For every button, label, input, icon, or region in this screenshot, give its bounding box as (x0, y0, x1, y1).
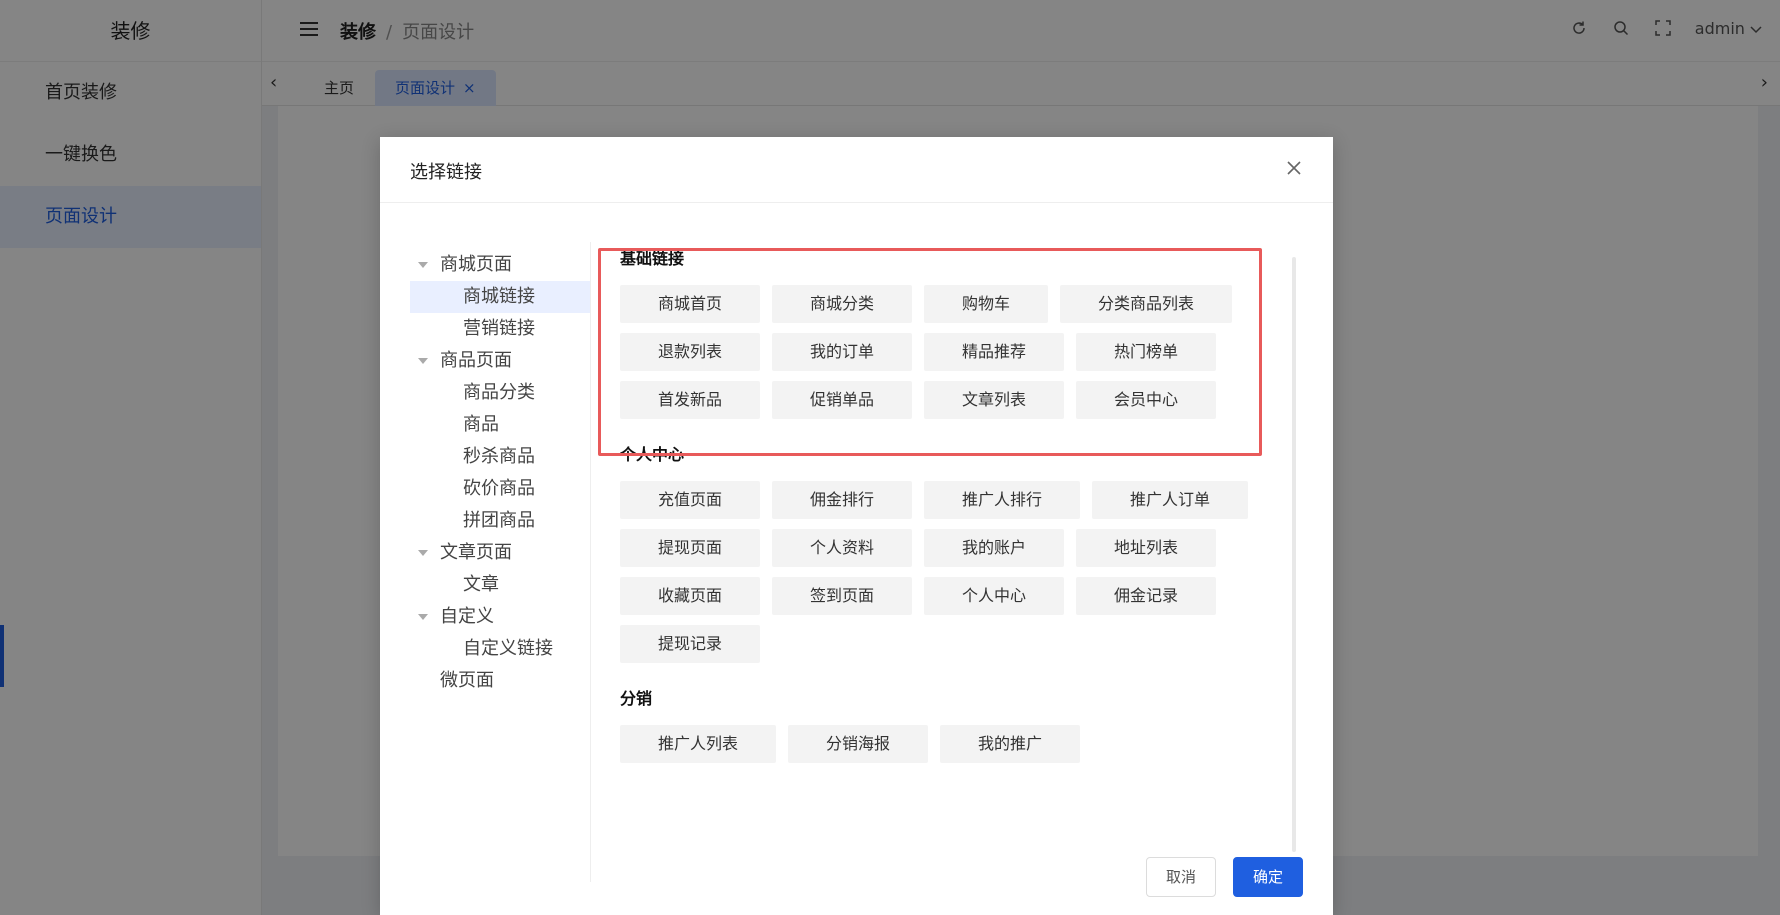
tree-node[interactable]: 拼团商品 (410, 505, 590, 537)
link-button[interactable]: 文章列表 (924, 381, 1065, 419)
tree-node[interactable]: 文章 (410, 569, 590, 601)
tree-node-label: 商品 (463, 414, 499, 435)
dialog-header: 选择链接 (380, 137, 1333, 203)
confirm-button[interactable]: 确定 (1233, 857, 1303, 897)
link-button[interactable]: 分销海报 (788, 725, 929, 763)
link-button[interactable]: 推广人订单 (1092, 481, 1249, 519)
tree-node[interactable]: 微页面 (410, 665, 590, 697)
caret-down-icon[interactable] (418, 358, 428, 364)
tree-node-label: 商城页面 (440, 254, 512, 275)
tree-node-label: 自定义链接 (463, 638, 553, 659)
link-button[interactable]: 首发新品 (620, 381, 761, 419)
link-button-group: 推广人列表 分销海报 我的推广 (620, 725, 1280, 763)
tree-node-label: 营销链接 (463, 318, 535, 339)
link-button[interactable]: 商城首页 (620, 285, 761, 323)
caret-down-icon[interactable] (418, 550, 428, 556)
tree-node-label: 商品分类 (463, 382, 535, 403)
link-button[interactable]: 精品推荐 (924, 333, 1065, 371)
dialog-title: 选择链接 (410, 162, 482, 183)
tree-node-label: 砍价商品 (463, 478, 535, 499)
link-button-group: 商城首页 商城分类 购物车 分类商品列表退款列表 我的订单 精品推荐 热门榜单首发新品 促销单… (620, 285, 1280, 419)
tree-node-label: 商品页面 (440, 350, 512, 371)
tree-node-label: 拼团商品 (463, 510, 535, 531)
link-button[interactable]: 分类商品列表 (1060, 285, 1233, 323)
tree-node-label: 微页面 (440, 670, 494, 691)
link-button[interactable]: 我的账户 (924, 529, 1065, 567)
tree-node[interactable]: 商城页面 (410, 249, 590, 281)
link-button[interactable]: 收藏页面 (620, 577, 761, 615)
link-button[interactable]: 提现记录 (620, 625, 761, 663)
tree-node[interactable]: 商品分类 (410, 377, 590, 409)
link-button[interactable]: 热门榜单 (1076, 333, 1217, 371)
link-button[interactable]: 推广人列表 (620, 725, 777, 763)
link-button[interactable]: 个人资料 (772, 529, 913, 567)
link-category-tree: 商城页面商城链接营销链接商品页面商品分类商品秒杀商品砍价商品拼团商品文章页面文章… (410, 249, 590, 697)
caret-down-icon[interactable] (418, 262, 428, 268)
link-button[interactable]: 提现页面 (620, 529, 761, 567)
section-title: 个人中心 (620, 445, 685, 464)
link-button[interactable]: 个人中心 (924, 577, 1065, 615)
link-button[interactable]: 佣金排行 (772, 481, 913, 519)
link-button-group: 充值页面 佣金排行 推广人排行 推广人订单提现页面 个人资料 我的账户 地址列表收藏页面 签到… (620, 481, 1280, 663)
tree-node[interactable]: 商品页面 (410, 345, 590, 377)
tree-node-label: 文章 (463, 574, 499, 595)
link-button[interactable]: 推广人排行 (924, 481, 1081, 519)
tree-node-label: 文章页面 (440, 542, 512, 563)
divider (590, 242, 591, 882)
tree-node-label: 自定义 (440, 606, 494, 627)
section-title: 基础链接 (620, 249, 685, 268)
link-button[interactable]: 退款列表 (620, 333, 761, 371)
link-button[interactable]: 地址列表 (1076, 529, 1217, 567)
close-icon[interactable] (1283, 157, 1305, 179)
scrollbar[interactable] (1292, 257, 1296, 852)
link-button[interactable]: 购物车 (924, 285, 1049, 323)
tree-node[interactable]: 商城链接 (410, 281, 590, 313)
section-title: 分销 (620, 689, 653, 708)
link-button[interactable]: 我的订单 (772, 333, 913, 371)
link-panel: 基础链接商城首页 商城分类 购物车 分类商品列表退款列表 我的订单 精品推荐 热门榜单首发新… (620, 247, 1280, 872)
caret-down-icon[interactable] (418, 614, 428, 620)
link-button[interactable]: 签到页面 (772, 577, 913, 615)
tree-node[interactable]: 秒杀商品 (410, 441, 590, 473)
select-link-dialog: 选择链接 商城页面 商城链接 营销链接 商品页面 商品分类 商品 秒杀商品 砍价商品 拼团商品文… (380, 137, 1333, 915)
tree-node[interactable]: 砍价商品 (410, 473, 590, 505)
cancel-button[interactable]: 取消 (1146, 857, 1216, 897)
tree-node[interactable]: 商品 (410, 409, 590, 441)
tree-node[interactable]: 自定义链接 (410, 633, 590, 665)
link-button[interactable]: 商城分类 (772, 285, 913, 323)
link-button[interactable]: 充值页面 (620, 481, 761, 519)
tree-node-label: 秒杀商品 (463, 446, 535, 467)
tree-node[interactable]: 文章页面 (410, 537, 590, 569)
link-button[interactable]: 我的推广 (940, 725, 1081, 763)
tree-node[interactable]: 营销链接 (410, 313, 590, 345)
tree-node-label: 商城链接 (463, 286, 535, 307)
link-button[interactable]: 促销单品 (772, 381, 913, 419)
link-button[interactable]: 佣金记录 (1076, 577, 1217, 615)
tree-node[interactable]: 自定义 (410, 601, 590, 633)
link-button[interactable]: 会员中心 (1076, 381, 1217, 419)
